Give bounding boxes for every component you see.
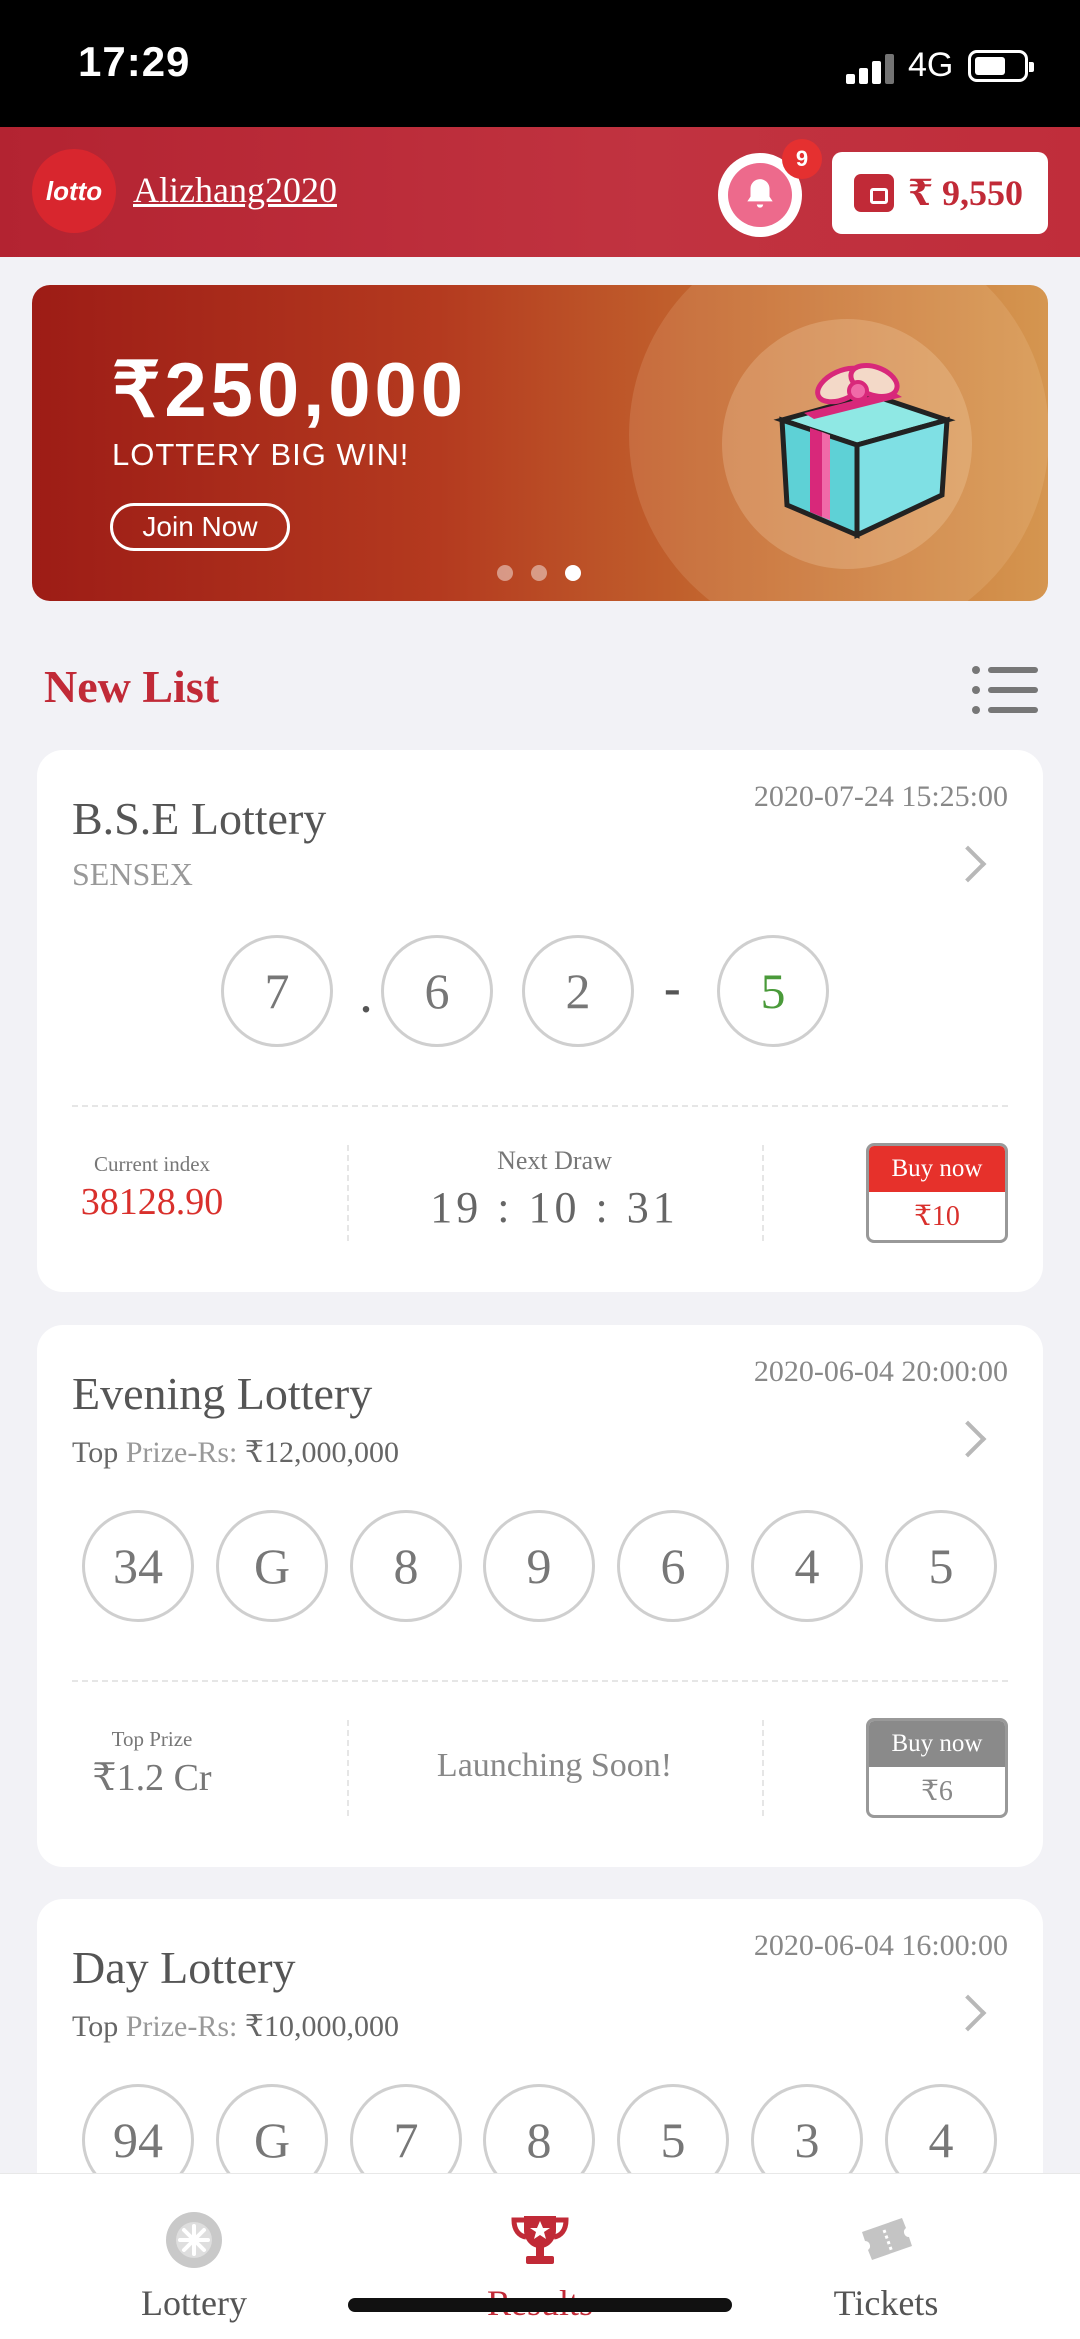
result-ball: 5: [885, 1510, 997, 1622]
draw-date: 2020-06-04 16:00:00: [753, 1929, 1008, 1962]
result-ball: 2: [522, 935, 634, 1047]
tab-tickets[interactable]: Tickets: [706, 2174, 1066, 2339]
join-now-button[interactable]: Join Now: [110, 503, 290, 551]
promo-banner[interactable]: ₹250,000 LOTTERY BIG WIN! Join Now: [32, 285, 1048, 601]
card-subtitle: Top Prize-Rs: ₹10,000,000: [72, 2009, 399, 2044]
bottom-tab-bar: Lottery Results Tickets: [0, 2173, 1080, 2339]
buy-now-button[interactable]: Buy now ₹10: [866, 1143, 1008, 1243]
battery-icon: [968, 50, 1034, 82]
network-label: 4G: [908, 46, 954, 84]
buy-now-button[interactable]: Buy now ₹6: [866, 1718, 1008, 1818]
buy-now-label: Buy now: [869, 1721, 1005, 1767]
banner-pagination[interactable]: [497, 565, 581, 581]
wallet-button[interactable]: ₹ 9,550: [832, 152, 1048, 234]
divider: [347, 1145, 349, 1241]
card-title: Day Lottery: [72, 1942, 296, 1993]
banner-amount: ₹250,000: [112, 348, 468, 433]
result-ball-bonus: 5: [717, 935, 829, 1047]
tab-results[interactable]: Results: [360, 2174, 720, 2339]
status-time: 17:29: [78, 38, 191, 85]
subtitle-prefix: Top: [72, 2010, 119, 2043]
result-ball: 6: [381, 935, 493, 1047]
username-link[interactable]: Alizhang2020: [133, 169, 337, 211]
divider: [72, 1105, 1008, 1107]
banner-subtitle: LOTTERY BIG WIN!: [112, 437, 410, 472]
ticket-price: ₹6: [921, 1776, 953, 1807]
signal-icon: [846, 52, 896, 84]
lotto-logo: lotto: [32, 149, 116, 233]
subtitle-prefix: Top: [72, 1436, 119, 1469]
launching-status: Launching Soon!: [436, 1747, 673, 1784]
ball-separator: .: [361, 976, 371, 1021]
result-ball: 8: [350, 1510, 462, 1622]
result-ball: 34: [82, 1510, 194, 1622]
trophy-icon: [511, 2216, 569, 2264]
draw-date: 2020-07-24 15:25:00: [753, 780, 1008, 813]
chevron-right-icon[interactable]: [949, 1994, 987, 2032]
bell-icon: [747, 179, 773, 208]
card-title: Evening Lottery: [72, 1368, 373, 1419]
lottery-card-bse[interactable]: B.S.E Lottery SENSEX 2020-07-24 15:25:00…: [37, 750, 1043, 1292]
divider: [72, 1680, 1008, 1682]
ticket-price: ₹10: [914, 1201, 960, 1232]
divider: [762, 1720, 764, 1816]
lottery-card-evening[interactable]: Evening Lottery Top Prize-Rs: ₹12,000,00…: [37, 1325, 1043, 1867]
notification-badge: 9: [782, 139, 822, 179]
banner-dot-active[interactable]: [565, 565, 581, 581]
countdown-minutes: 10: [528, 1183, 581, 1232]
chevron-right-icon[interactable]: [949, 845, 987, 883]
banner-dot[interactable]: [497, 565, 513, 581]
wallet-balance: ₹ 9,550: [908, 173, 1024, 213]
app-header: lotto Alizhang2020 9 ₹ 9,550: [0, 127, 1080, 257]
home-indicator[interactable]: [348, 2298, 732, 2312]
gift-icon: [773, 362, 956, 539]
current-index-value: 38128.90: [80, 1181, 224, 1223]
top-prize-value: ₹1.2 Cr: [92, 1757, 212, 1799]
countdown-timer: 19 : 10 : 31: [430, 1183, 679, 1232]
divider: [762, 1145, 764, 1241]
card-subtitle: Top Prize-Rs: ₹12,000,000: [72, 1435, 399, 1470]
wallet-icon: [854, 174, 894, 212]
subtitle-mid: Prize-Rs:: [125, 2010, 238, 2043]
result-ball: 4: [751, 1510, 863, 1622]
result-ball: 9: [483, 1510, 595, 1622]
tab-label: Lottery: [141, 2283, 247, 2323]
next-draw-label: Next Draw: [497, 1146, 612, 1175]
ticket-icon: [862, 2218, 912, 2260]
ball-separator: -: [664, 959, 681, 1015]
buy-now-label: Buy now: [869, 1146, 1005, 1192]
lottery-icon: [166, 2212, 222, 2268]
result-ball: 6: [617, 1510, 729, 1622]
list-view-icon[interactable]: [972, 664, 1038, 716]
stat-label: Current index: [93, 1152, 211, 1176]
stat-label: Top Prize: [111, 1727, 193, 1751]
status-bar: 17:29 4G: [0, 0, 1080, 127]
result-ball: G: [216, 1510, 328, 1622]
top-prize-amount: ₹12,000,000: [244, 1436, 399, 1469]
tab-label: Tickets: [833, 2283, 939, 2323]
banner-dot[interactable]: [531, 565, 547, 581]
card-title: B.S.E Lottery: [72, 793, 327, 844]
card-subtitle: SENSEX: [72, 856, 193, 892]
divider: [347, 1720, 349, 1816]
chevron-right-icon[interactable]: [949, 1420, 987, 1458]
tab-lottery[interactable]: Lottery: [14, 2174, 374, 2339]
countdown-seconds: 31: [626, 1183, 679, 1232]
section-title: New List: [44, 661, 220, 712]
result-ball: 7: [221, 935, 333, 1047]
top-prize-amount: ₹10,000,000: [244, 2010, 399, 2043]
draw-date: 2020-06-04 20:00:00: [753, 1355, 1008, 1388]
countdown-hours: 19: [430, 1183, 483, 1232]
subtitle-mid: Prize-Rs:: [125, 1436, 238, 1469]
